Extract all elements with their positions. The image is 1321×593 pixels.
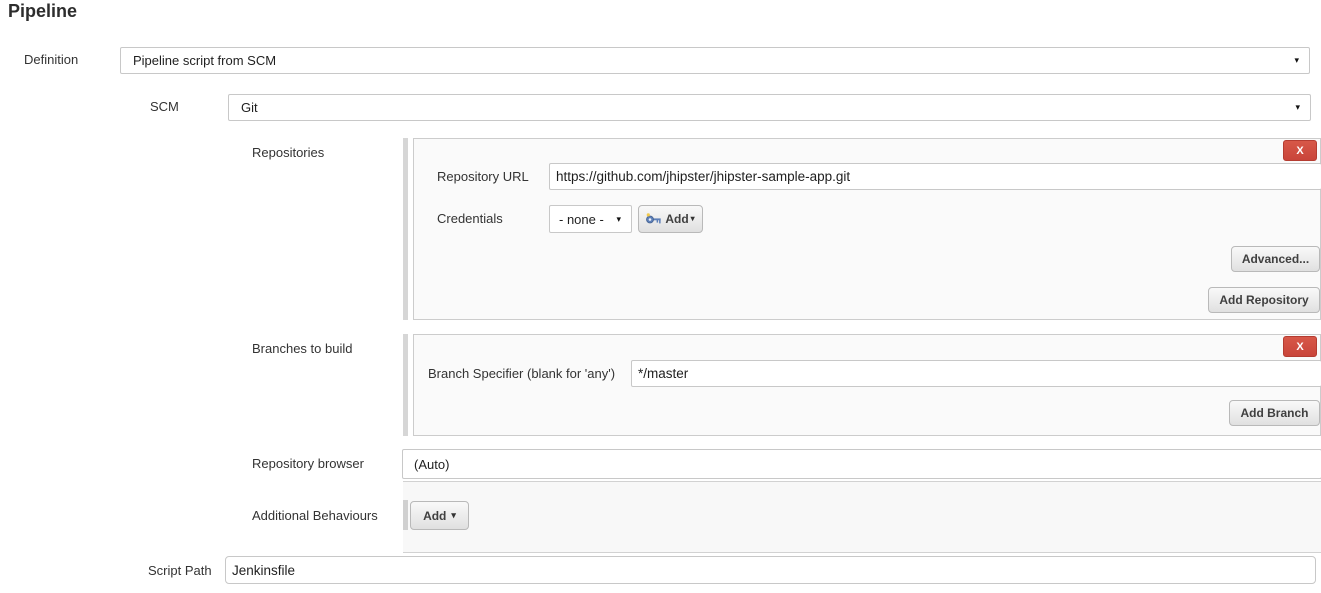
repository-browser-label: Repository browser bbox=[252, 456, 364, 471]
add-credentials-label: Add bbox=[665, 212, 688, 226]
additional-behaviours-side-bar bbox=[403, 500, 408, 530]
add-branch-label: Add Branch bbox=[1240, 406, 1308, 420]
definition-select-value: Pipeline script from SCM bbox=[133, 53, 276, 68]
repositories-label: Repositories bbox=[252, 145, 324, 160]
add-behaviour-button[interactable]: Add ▾ bbox=[410, 501, 469, 530]
repository-browser-select[interactable]: (Auto) bbox=[402, 449, 1321, 479]
repository-url-input[interactable] bbox=[549, 163, 1321, 190]
scm-select[interactable]: Git ▾ bbox=[228, 94, 1311, 121]
add-credentials-button[interactable]: Add ▾ bbox=[638, 205, 703, 233]
branch-specifier-input[interactable] bbox=[631, 360, 1321, 387]
additional-behaviours-area bbox=[403, 481, 1321, 553]
add-behaviour-label: Add bbox=[423, 509, 446, 523]
definition-select[interactable]: Pipeline script from SCM ▾ bbox=[120, 47, 1310, 74]
credentials-select[interactable]: - none - ▾ bbox=[549, 205, 632, 233]
repository-url-label: Repository URL bbox=[437, 169, 529, 184]
chevron-down-icon: ▾ bbox=[616, 215, 621, 224]
script-path-label: Script Path bbox=[148, 563, 212, 578]
scm-label: SCM bbox=[150, 99, 179, 114]
delete-repository-button[interactable]: X bbox=[1283, 140, 1317, 161]
key-icon bbox=[646, 213, 661, 226]
repository-browser-value: (Auto) bbox=[414, 457, 449, 472]
delete-branch-button[interactable]: X bbox=[1283, 336, 1317, 357]
credentials-select-value: - none - bbox=[559, 212, 604, 227]
script-path-input[interactable] bbox=[225, 556, 1316, 584]
scm-select-value: Git bbox=[241, 100, 258, 115]
branches-side-bar bbox=[403, 334, 408, 436]
add-repository-button[interactable]: Add Repository bbox=[1208, 287, 1320, 313]
pipeline-config-section: Pipeline Definition Pipeline script from… bbox=[0, 0, 1321, 593]
page-title: Pipeline bbox=[8, 1, 77, 22]
chevron-down-icon: ▾ bbox=[1295, 103, 1300, 112]
repositories-side-bar bbox=[403, 138, 408, 320]
advanced-button-label: Advanced... bbox=[1242, 252, 1309, 266]
chevron-down-icon: ▾ bbox=[691, 215, 695, 223]
chevron-down-icon: ▾ bbox=[451, 511, 456, 520]
advanced-button[interactable]: Advanced... bbox=[1231, 246, 1320, 272]
branch-specifier-label: Branch Specifier (blank for 'any') bbox=[428, 366, 615, 381]
additional-behaviours-label: Additional Behaviours bbox=[252, 508, 378, 523]
add-repository-label: Add Repository bbox=[1219, 293, 1308, 307]
chevron-down-icon: ▾ bbox=[1294, 56, 1299, 65]
branches-to-build-label: Branches to build bbox=[252, 341, 352, 356]
add-branch-button[interactable]: Add Branch bbox=[1229, 400, 1320, 426]
definition-label: Definition bbox=[24, 52, 78, 67]
credentials-label: Credentials bbox=[437, 211, 503, 226]
